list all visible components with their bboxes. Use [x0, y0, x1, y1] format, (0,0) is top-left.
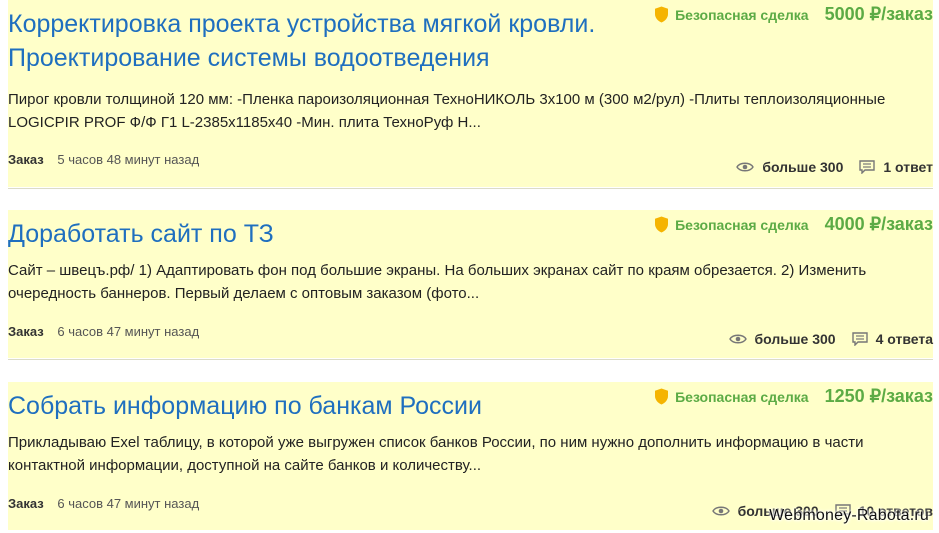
order-stats: больше 300 1 ответ — [736, 159, 933, 175]
order-meta: Заказ 6 часов 47 минут назад — [8, 324, 199, 339]
order-posted-time: 6 часов 47 минут назад — [57, 496, 200, 511]
safe-deal-badge: Безопасная сделка 4000 ₽/заказ — [654, 214, 933, 235]
safe-deal-label: Безопасная сделка — [675, 388, 809, 405]
eye-icon — [736, 162, 755, 172]
order-price: 4000 ₽/заказ — [824, 214, 933, 234]
views-count: больше 300 — [754, 331, 836, 347]
order-price: 1250 ₽/заказ — [824, 386, 933, 406]
order-title-link[interactable]: Доработать сайт по ТЗ — [8, 217, 628, 251]
order-type: Заказ — [8, 324, 44, 339]
card-divider — [8, 188, 933, 189]
eye-icon — [728, 334, 747, 344]
safe-deal-label: Безопасная сделка — [675, 216, 809, 233]
order-posted-time: 5 часов 48 минут назад — [57, 152, 200, 167]
comment-icon — [859, 160, 876, 174]
order-meta: Заказ 6 часов 47 минут назад — [8, 496, 199, 511]
order-description: Пирог кровли толщиной 120 мм: -Пленка па… — [8, 91, 886, 131]
order-meta: Заказ 5 часов 48 минут назад — [8, 152, 199, 167]
order-card: Доработать сайт по ТЗ Безопасная сделка … — [8, 210, 933, 358]
site-watermark: Webmoney-Rabota.ru — [769, 507, 929, 524]
order-description: Прикладываю Exel таблицу, в которой уже … — [8, 434, 864, 474]
order-description: Сайт – швецъ.рф/ 1) Адаптировать фон под… — [8, 262, 867, 302]
order-type: Заказ — [8, 152, 44, 167]
responses-stat[interactable]: 1 ответ — [859, 159, 933, 175]
responses-stat[interactable]: 4 ответа — [851, 331, 933, 347]
order-price: 5000 ₽/заказ — [824, 4, 933, 24]
shield-icon — [655, 216, 669, 233]
views-count: больше 300 — [762, 159, 844, 175]
safe-deal-badge: Безопасная сделка 5000 ₽/заказ — [654, 4, 933, 25]
responses-count: 4 ответа — [875, 331, 933, 347]
views-stat: больше 300 — [736, 159, 843, 175]
eye-icon — [711, 506, 730, 516]
order-card: Корректировка проекта устройства мягкой … — [8, 0, 933, 187]
order-posted-time: 6 часов 47 минут назад — [57, 324, 200, 339]
safe-deal-badge: Безопасная сделка 1250 ₽/заказ — [654, 386, 933, 407]
order-type: Заказ — [8, 496, 44, 511]
responses-count: 1 ответ — [883, 159, 933, 175]
shield-icon — [655, 388, 669, 405]
card-divider — [8, 359, 933, 360]
order-title-link[interactable]: Корректировка проекта устройства мягкой … — [8, 7, 628, 75]
safe-deal-label: Безопасная сделка — [675, 6, 809, 23]
shield-icon — [655, 6, 669, 23]
comment-icon — [851, 332, 868, 346]
order-title-link[interactable]: Собрать информацию по банкам России — [8, 389, 628, 423]
order-stats: больше 300 4 ответа — [728, 331, 933, 347]
views-stat: больше 300 — [728, 331, 836, 347]
